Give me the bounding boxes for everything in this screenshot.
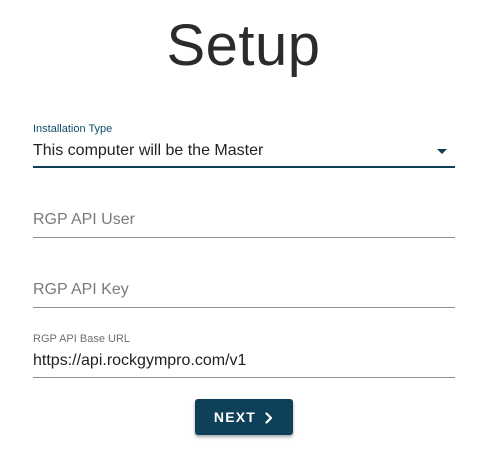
api-user-underline <box>33 237 455 238</box>
chevron-right-icon <box>264 411 274 424</box>
api-base-url-value: https://api.rockgympro.com/v1 <box>33 352 247 369</box>
dropdown-arrow-icon[interactable] <box>437 149 447 154</box>
api-base-url-field[interactable]: RGP API Base URL https://api.rockgympro.… <box>33 330 455 378</box>
installation-type-label: Installation Type <box>33 123 113 135</box>
api-key-placeholder: RGP API Key <box>33 281 129 298</box>
installation-type-underline <box>33 166 455 168</box>
installation-type-select[interactable]: Installation Type This computer will be … <box>33 120 455 168</box>
page-title: Setup <box>166 13 321 78</box>
api-base-url-label: RGP API Base URL <box>33 333 131 345</box>
installation-type-value: This computer will be the Master <box>33 142 264 159</box>
api-base-url-underline <box>33 377 455 378</box>
api-user-placeholder: RGP API User <box>33 211 135 228</box>
setup-page: Setup Installation Type This computer wi… <box>0 0 487 466</box>
api-user-field[interactable]: RGP API User <box>33 196 455 238</box>
next-button-label: NEXT <box>213 409 257 425</box>
api-key-underline <box>33 307 455 308</box>
api-key-field[interactable]: RGP API Key <box>33 266 455 308</box>
next-button[interactable]: NEXT <box>195 399 293 435</box>
